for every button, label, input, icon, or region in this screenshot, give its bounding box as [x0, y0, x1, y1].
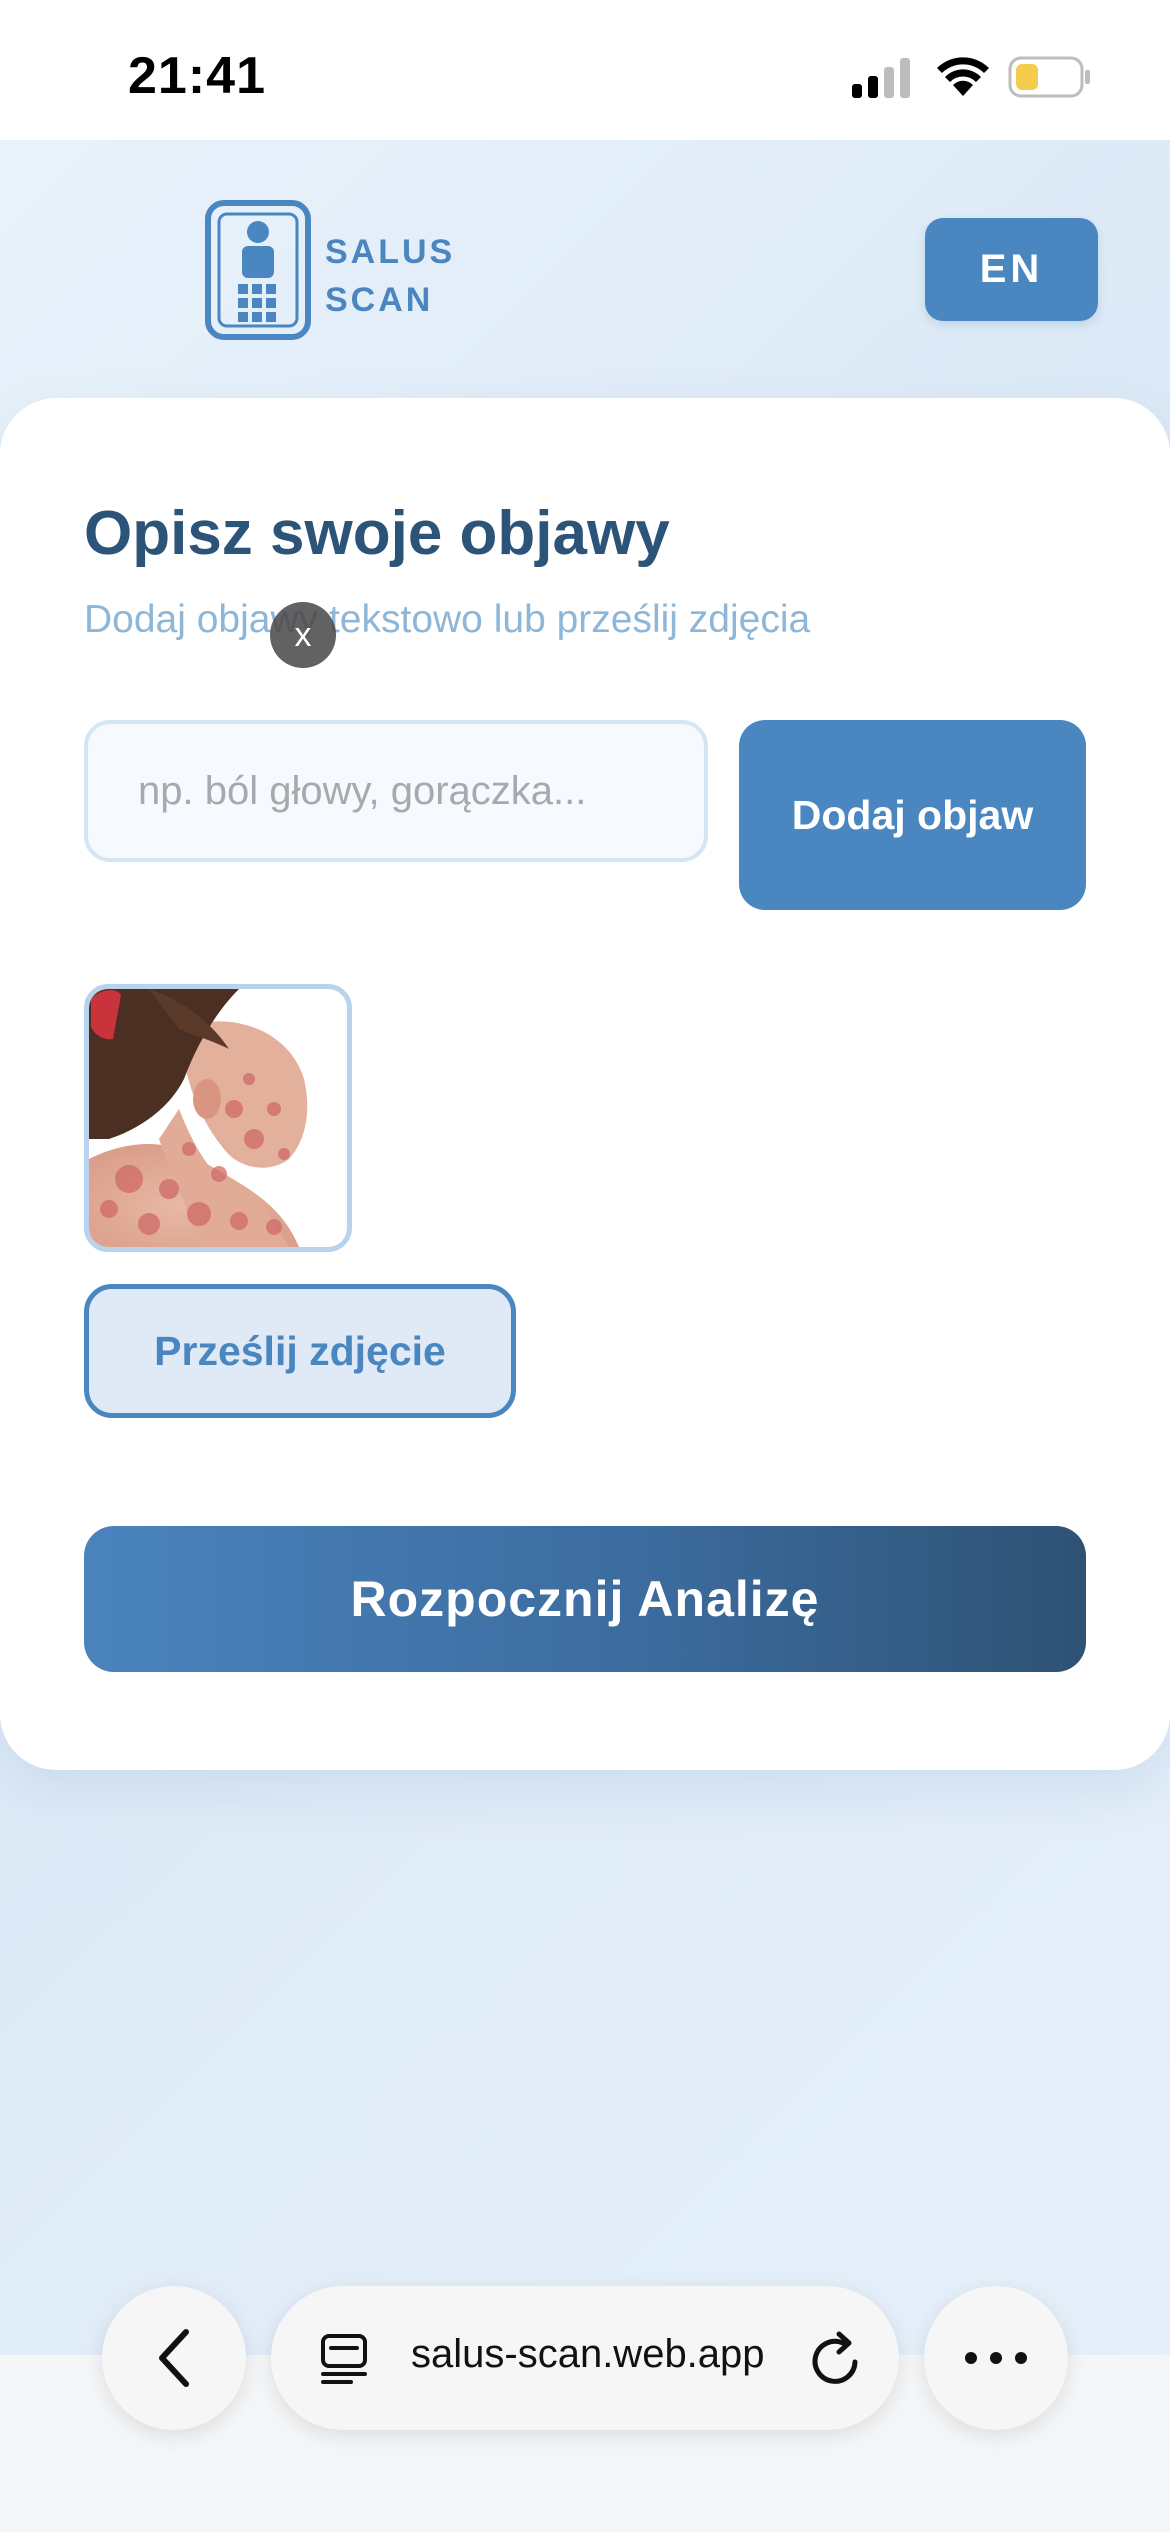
tabs-icon[interactable] [319, 2332, 369, 2386]
url-text: salus-scan.web.app [411, 2332, 765, 2376]
wifi-icon [937, 57, 989, 96]
address-bar[interactable]: salus-scan.web.app [271, 2286, 899, 2430]
logo-line-2: SCAN [325, 281, 434, 319]
page-subtitle: Dodaj objawy tekstowo lub prześlij zdjęc… [84, 598, 811, 641]
chevron-left-icon [159, 2329, 189, 2387]
browser-more-button[interactable] [924, 2286, 1068, 2430]
reload-icon[interactable] [809, 2328, 865, 2388]
signal-icon [852, 58, 910, 98]
add-symptom-button[interactable]: Dodaj objaw [739, 720, 1086, 910]
remove-photo-button[interactable]: x [270, 602, 336, 668]
language-toggle-button[interactable]: EN [925, 218, 1098, 321]
logo-line-1: SALUS [325, 233, 456, 271]
battery-icon [1008, 56, 1090, 98]
more-icon [965, 2352, 1027, 2364]
symptom-input[interactable] [84, 720, 708, 862]
uploaded-photo-thumbnail [84, 984, 352, 1252]
start-analysis-button[interactable]: Rozpocznij Analizę [84, 1526, 1086, 1672]
logo-text: SALUS SCAN [325, 228, 455, 324]
status-time: 21:41 [128, 47, 266, 105]
app-logo: SALUS SCAN [205, 200, 465, 340]
browser-back-button[interactable] [102, 2286, 246, 2430]
logo-icon [205, 200, 311, 340]
photo-image [89, 989, 347, 1247]
upload-photo-button[interactable]: Prześlij zdjęcie [84, 1284, 516, 1418]
status-bar: 21:41 [0, 0, 1170, 140]
page-title: Opisz swoje objawy [84, 499, 670, 568]
